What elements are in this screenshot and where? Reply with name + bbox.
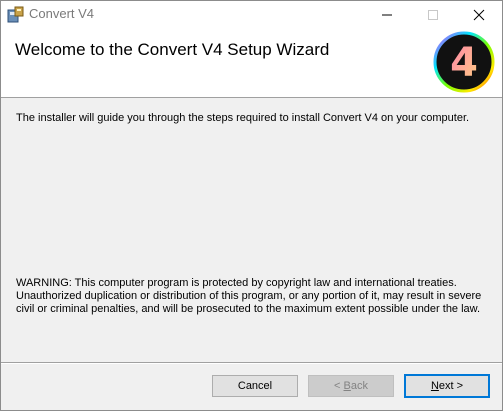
close-button[interactable]	[456, 1, 502, 28]
maximize-button	[410, 1, 456, 28]
copyright-warning: WARNING: This computer program is protec…	[16, 277, 482, 315]
wizard-heading: Welcome to the Convert V4 Setup Wizard	[15, 40, 330, 59]
back-prefix: <	[334, 380, 344, 392]
setup-window: Convert V4 Welcome to the Convert V4 Set…	[0, 0, 503, 411]
window-title: Convert V4	[29, 6, 95, 21]
close-icon	[473, 9, 485, 21]
logo-number: 4	[450, 40, 478, 86]
next-label-rest: ext >	[438, 380, 464, 392]
back-label-rest: ack	[350, 380, 368, 392]
cancel-button[interactable]: Cancel	[212, 375, 298, 397]
product-logo: 4	[433, 31, 495, 93]
next-mnemonic: N	[430, 380, 439, 392]
wizard-banner: Welcome to the Convert V4 Setup Wizard 4	[1, 28, 502, 98]
intro-text: The installer will guide you through the…	[16, 112, 470, 124]
minimize-icon	[382, 14, 392, 16]
title-bar[interactable]: Convert V4	[1, 1, 502, 28]
maximize-icon	[428, 10, 438, 20]
separator	[1, 362, 502, 364]
minimize-button[interactable]	[364, 1, 410, 28]
back-mnemonic: B	[343, 380, 351, 392]
installer-icon	[7, 6, 24, 23]
back-button: < Back	[308, 375, 394, 397]
next-button[interactable]: Next >	[404, 374, 490, 398]
